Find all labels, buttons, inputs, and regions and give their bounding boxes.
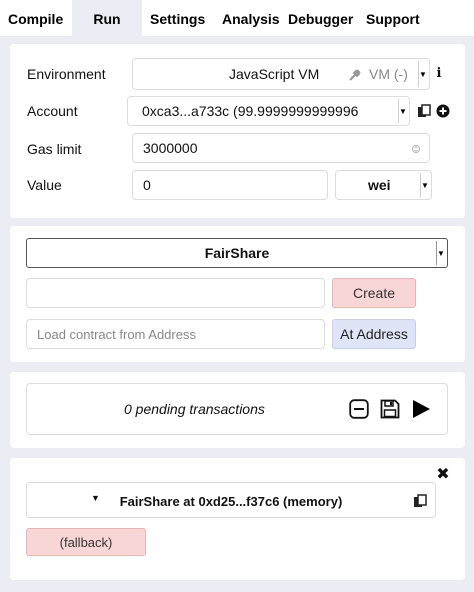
contract-panel: FairShare ▼ Create Load contract from Ad…: [10, 226, 465, 362]
account-value: 0xca3...a733c (99.9999999999996: [142, 103, 359, 119]
value-input[interactable]: 0: [132, 170, 328, 200]
gas-limit-label: Gas limit: [27, 141, 82, 157]
tab-analysis[interactable]: Analysis: [222, 0, 280, 36]
plug-icon: [348, 66, 364, 82]
instance-title: FairShare at 0xd25...f37c6 (memory): [119, 494, 343, 509]
tab-settings[interactable]: Settings: [150, 0, 205, 36]
chevron-down-icon[interactable]: ▼: [436, 241, 445, 265]
close-icon[interactable]: ✖: [436, 466, 450, 483]
chevron-down-icon[interactable]: ▼: [418, 61, 427, 87]
environment-select[interactable]: JavaScript VM VM (-) ▼: [132, 58, 430, 90]
value-unit: wei: [368, 177, 391, 193]
clear-icon[interactable]: [348, 398, 370, 420]
value-amount: 0: [143, 177, 151, 193]
chevron-down-icon[interactable]: ▼: [398, 99, 407, 123]
tab-debugger[interactable]: Debugger: [288, 0, 353, 36]
address-input[interactable]: Load contract from Address: [26, 319, 325, 349]
info-icon[interactable]: i: [434, 64, 444, 82]
value-label: Value: [27, 177, 62, 193]
pending-transactions-box: 0 pending transactions: [26, 383, 448, 435]
environment-badge: VM (-): [369, 66, 408, 82]
transactions-panel: 0 pending transactions: [10, 372, 465, 448]
account-select[interactable]: 0xca3...a733c (99.9999999999996 ▼: [127, 96, 410, 126]
add-account-icon[interactable]: [435, 103, 451, 119]
create-button[interactable]: Create: [332, 278, 416, 308]
tab-run[interactable]: Run: [72, 0, 142, 36]
copy-icon[interactable]: [412, 493, 428, 509]
instances-panel: ✖ ▼ FairShare at 0xd25...f37c6 (memory) …: [10, 458, 465, 580]
gas-limit-input[interactable]: 3000000: [132, 133, 430, 163]
tab-compile[interactable]: Compile: [8, 0, 63, 36]
gas-limit-value: 3000000: [143, 140, 198, 156]
address-placeholder: Load contract from Address: [37, 327, 196, 342]
save-icon[interactable]: [379, 398, 401, 420]
pending-transactions-text: 0 pending transactions: [124, 401, 265, 417]
chevron-down-icon[interactable]: ▼: [420, 173, 429, 197]
run-settings-panel: Environment JavaScript VM VM (-) ▼ i Acc…: [10, 44, 465, 218]
environment-value: JavaScript VM: [229, 66, 320, 82]
account-label: Account: [27, 103, 78, 119]
copy-icon[interactable]: [416, 103, 432, 119]
create-args-input[interactable]: [26, 278, 325, 308]
instance-header[interactable]: ▼ FairShare at 0xd25...f37c6 (memory): [26, 482, 436, 518]
fallback-button[interactable]: (fallback): [26, 528, 146, 556]
contract-select[interactable]: FairShare ▼: [26, 238, 448, 268]
play-icon[interactable]: [410, 398, 432, 420]
stepper-icon[interactable]: [411, 142, 421, 156]
at-address-button[interactable]: At Address: [332, 319, 416, 349]
tab-support[interactable]: Support: [366, 0, 420, 36]
tab-bar: Compile Run Settings Analysis Debugger S…: [0, 0, 474, 36]
contract-name: FairShare: [204, 245, 270, 261]
value-unit-select[interactable]: wei ▼: [335, 170, 432, 200]
environment-label: Environment: [27, 66, 106, 82]
